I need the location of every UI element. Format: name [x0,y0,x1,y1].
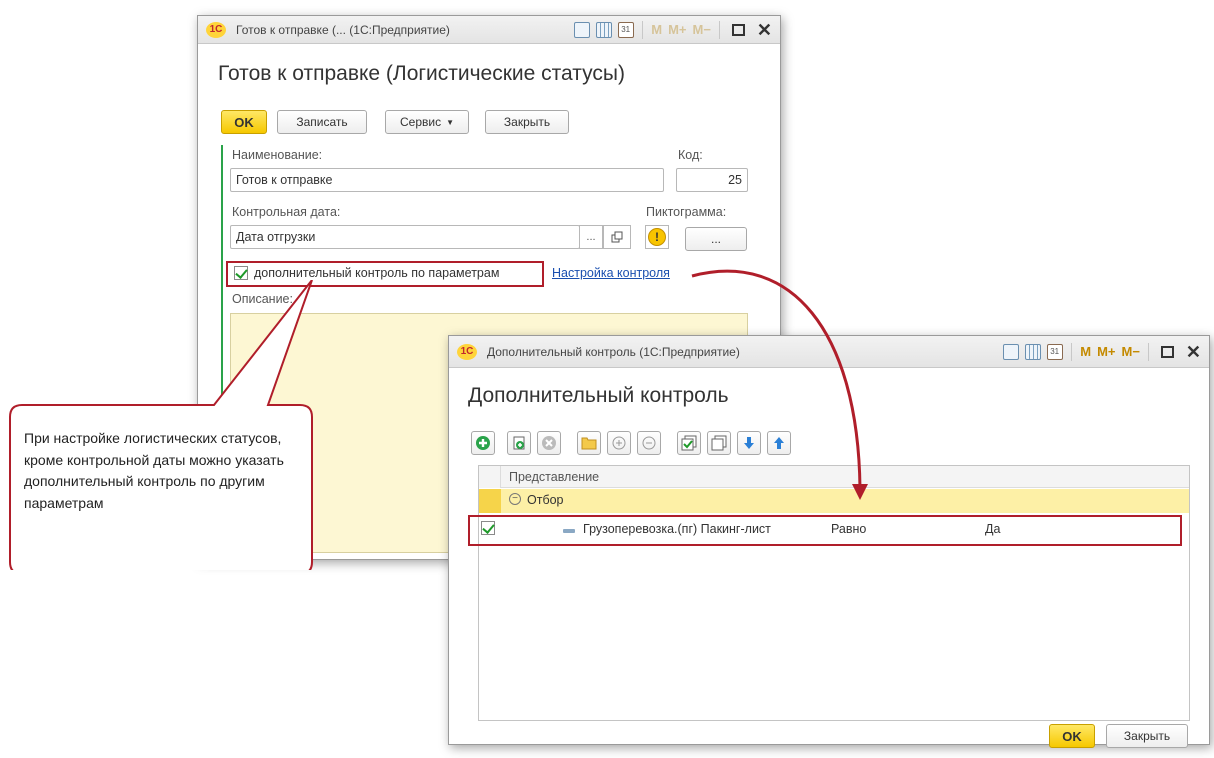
collapse-group-icon[interactable]: − [509,493,521,505]
page-title: Готов к отправке (Логистические статусы) [218,62,625,85]
close-icon[interactable]: ✕ [757,21,772,39]
row-field: Грузоперевозка.(пг) Пакинг-лист [583,522,771,536]
sub-titlebar: 1С Дополнительный контроль (1С:Предприят… [449,336,1209,368]
memory-m-button[interactable]: M [651,22,662,37]
move-down-icon[interactable] [737,431,761,455]
check-all-icon[interactable] [677,431,701,455]
save-button[interactable]: Записать [277,110,367,134]
pictogram-warning-icon: ! [645,225,669,249]
grid-check-column [479,466,501,488]
close-button[interactable]: Закрыть [1106,724,1188,748]
group-row-marker [479,489,501,513]
maximize-icon[interactable] [1160,345,1174,358]
calculator-icon[interactable] [596,21,613,38]
close-icon[interactable]: ✕ [1186,343,1201,361]
window-title: Дополнительный контроль (1С:Предприятие) [487,344,740,359]
delete-icon[interactable] [537,431,561,455]
open-icon[interactable] [603,225,631,249]
close-button[interactable]: Закрыть [485,110,569,134]
settings-link[interactable]: Настройка контроля [552,266,670,280]
service-label: Сервис [399,115,442,129]
memory-mminus-button[interactable]: M− [692,22,710,37]
separator [1147,342,1149,361]
row-checkbox[interactable] [481,521,495,535]
row-value: Да [985,522,1001,536]
row-item-icon [563,529,575,533]
table-row[interactable]: Грузоперевозка.(пг) Пакинг-лист Равно Да [479,518,1179,542]
memory-mplus-button[interactable]: M+ [668,22,686,37]
pictogram-pick-button[interactable]: ... [685,227,747,251]
calculator-icon[interactable] [1025,343,1042,360]
pictogram-label: Пиктограмма: [646,205,727,219]
select-button[interactable]: ... [579,225,603,249]
collapse-icon[interactable] [637,431,661,455]
chevron-down-icon: ▼ [446,117,454,127]
name-label: Наименование: [232,148,323,162]
expand-icon[interactable] [607,431,631,455]
code-field[interactable]: 25 [676,168,748,192]
separator [1071,342,1073,361]
1c-logo-icon: 1С [206,21,226,38]
group-row-label: Отбор [527,493,564,507]
maximize-icon[interactable] [731,23,745,36]
add-icon[interactable] [471,431,495,455]
folder-icon[interactable] [577,431,601,455]
additional-control-checkbox[interactable] [234,266,248,280]
code-label: Код: [678,148,703,162]
separator [642,20,644,39]
calendar-icon[interactable] [1047,343,1064,360]
print-icon[interactable] [1003,343,1020,360]
control-date-label: Контрольная дата: [232,205,341,219]
title-toolbar: M M+ M− ✕ [574,20,772,39]
callout-text: При настройке логистических статусов, кр… [24,430,284,512]
callout-shape [9,280,313,570]
column-header-presentation: Представление [509,470,600,484]
move-up-icon[interactable] [767,431,791,455]
memory-m-button[interactable]: M [1080,344,1091,359]
ok-button[interactable]: OK [1049,724,1095,748]
grid-header: Представление [501,466,1189,488]
additional-control-label: дополнительный контроль по параметрам [254,266,500,280]
add-group-icon[interactable] [507,431,531,455]
title-toolbar: M M+ M− ✕ [1003,342,1201,361]
1c-logo-icon: 1С [457,343,477,360]
control-date-field[interactable]: Дата отгрузки [230,225,580,249]
name-field[interactable]: Готов к отправке [230,168,664,192]
memory-mplus-button[interactable]: M+ [1097,344,1115,359]
window-title: Готов к отправке (... (1С:Предприятие) [236,22,450,37]
service-button[interactable]: Сервис ▼ [385,110,469,134]
row-condition: Равно [831,522,867,536]
separator [718,20,720,39]
main-titlebar: 1С Готов к отправке (... (1С:Предприятие… [198,16,780,44]
print-icon[interactable] [574,21,591,38]
memory-mminus-button[interactable]: M− [1121,344,1139,359]
calendar-icon[interactable] [618,21,635,38]
ok-button[interactable]: OK [221,110,267,134]
page-title: Дополнительный контроль [468,384,729,407]
group-row[interactable]: − Отбор [479,489,1189,513]
uncheck-all-icon[interactable] [707,431,731,455]
